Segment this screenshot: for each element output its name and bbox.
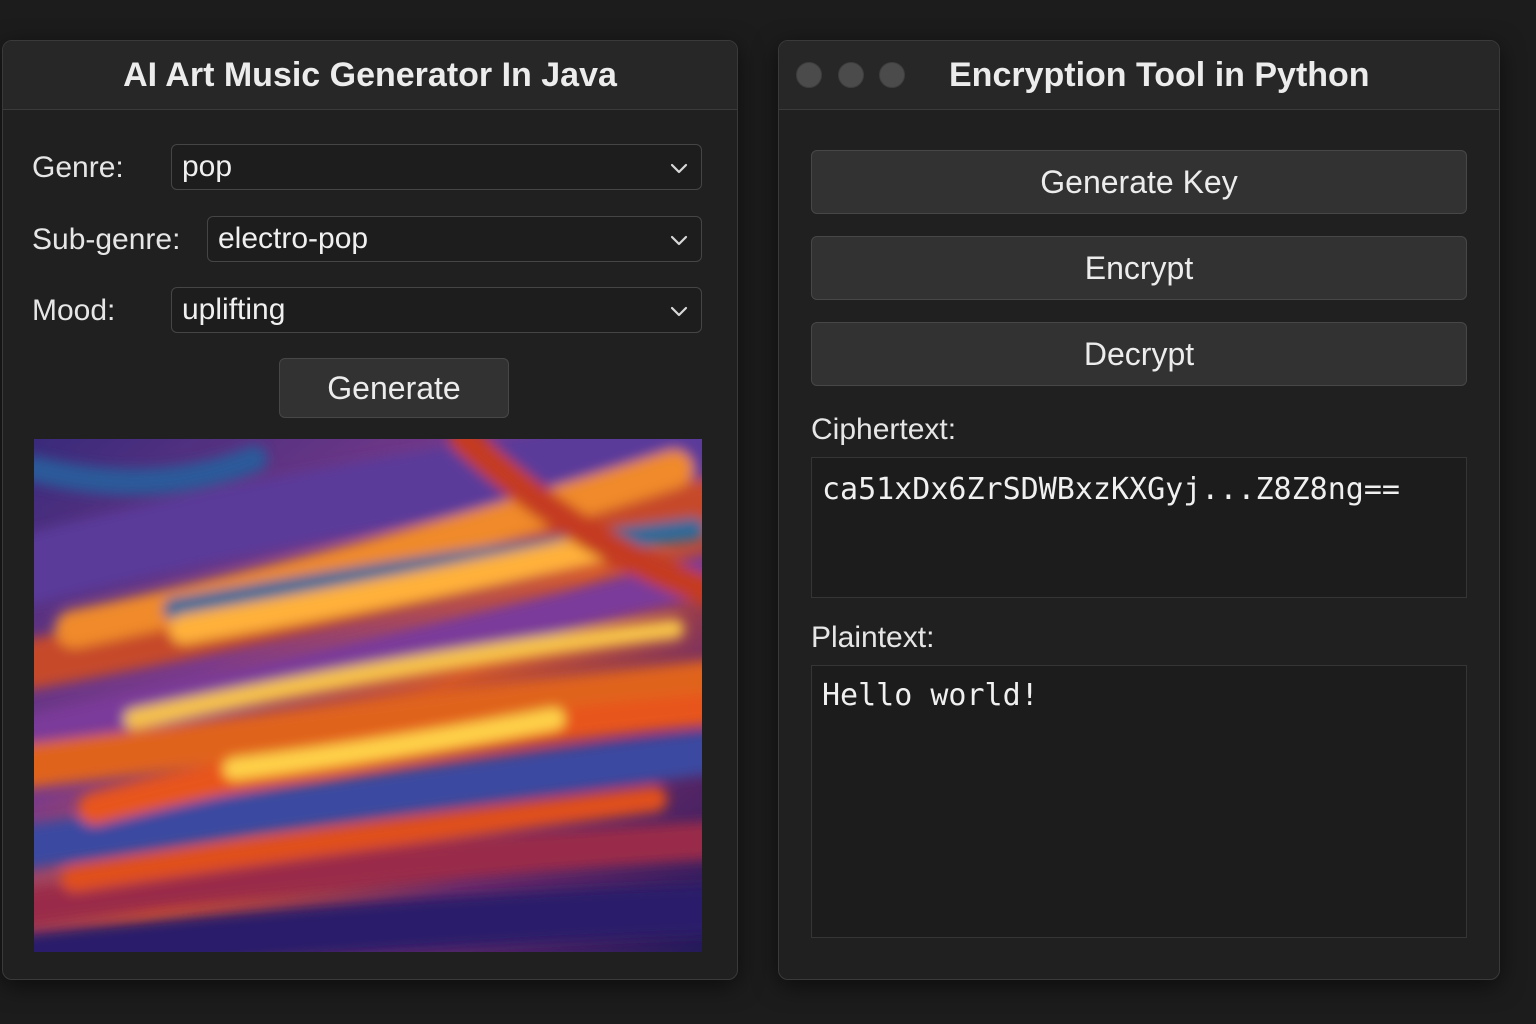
subgenre-select[interactable]: electro-pop <box>207 216 702 262</box>
genre-label: Genre: <box>32 151 124 184</box>
plaintext-value: Hello world! <box>822 678 1039 713</box>
close-window-button[interactable] <box>796 62 822 88</box>
ciphertext-label: Ciphertext: <box>811 413 957 446</box>
mood-value: uplifting <box>182 293 286 326</box>
plaintext-label: Plaintext: <box>811 621 935 654</box>
chevron-down-icon <box>670 163 688 174</box>
generate-key-button[interactable]: Generate Key <box>811 150 1467 214</box>
subgenre-row: Sub-genre: electro-pop <box>32 216 702 264</box>
titlebar[interactable]: Encryption Tool in Python <box>779 41 1499 110</box>
chevron-down-icon <box>670 235 688 246</box>
ciphertext-field[interactable]: ca51xDx6ZrSDWBxzKXGyj...Z8Z8ng== <box>811 457 1467 598</box>
mood-select[interactable]: uplifting <box>171 287 702 333</box>
generated-artwork <box>34 439 702 952</box>
art-music-generator-window: AI Art Music Generator In Java Genre: po… <box>2 40 738 980</box>
genre-value: pop <box>182 150 233 183</box>
genre-row: Genre: pop <box>32 144 702 192</box>
window-title: Encryption Tool in Python <box>949 56 1370 94</box>
decrypt-button[interactable]: Decrypt <box>811 322 1467 386</box>
zoom-window-button[interactable] <box>879 62 905 88</box>
chevron-down-icon <box>670 306 688 317</box>
titlebar[interactable]: AI Art Music Generator In Java <box>3 41 737 110</box>
abstract-painting-icon <box>34 439 702 952</box>
minimize-window-button[interactable] <box>838 62 864 88</box>
subgenre-label: Sub-genre: <box>32 223 181 256</box>
mood-row: Mood: uplifting <box>32 287 702 335</box>
mood-label: Mood: <box>32 294 116 327</box>
encrypt-button[interactable]: Encrypt <box>811 236 1467 300</box>
subgenre-value: electro-pop <box>218 222 369 255</box>
window-title: AI Art Music Generator In Java <box>123 56 617 94</box>
genre-select[interactable]: pop <box>171 144 702 190</box>
plaintext-field[interactable]: Hello world! <box>811 665 1467 938</box>
encryption-tool-window: Encryption Tool in Python Generate Key E… <box>778 40 1500 980</box>
ciphertext-value: ca51xDx6ZrSDWBxzKXGyj...Z8Z8ng== <box>822 472 1400 507</box>
generate-button[interactable]: Generate <box>279 358 509 418</box>
